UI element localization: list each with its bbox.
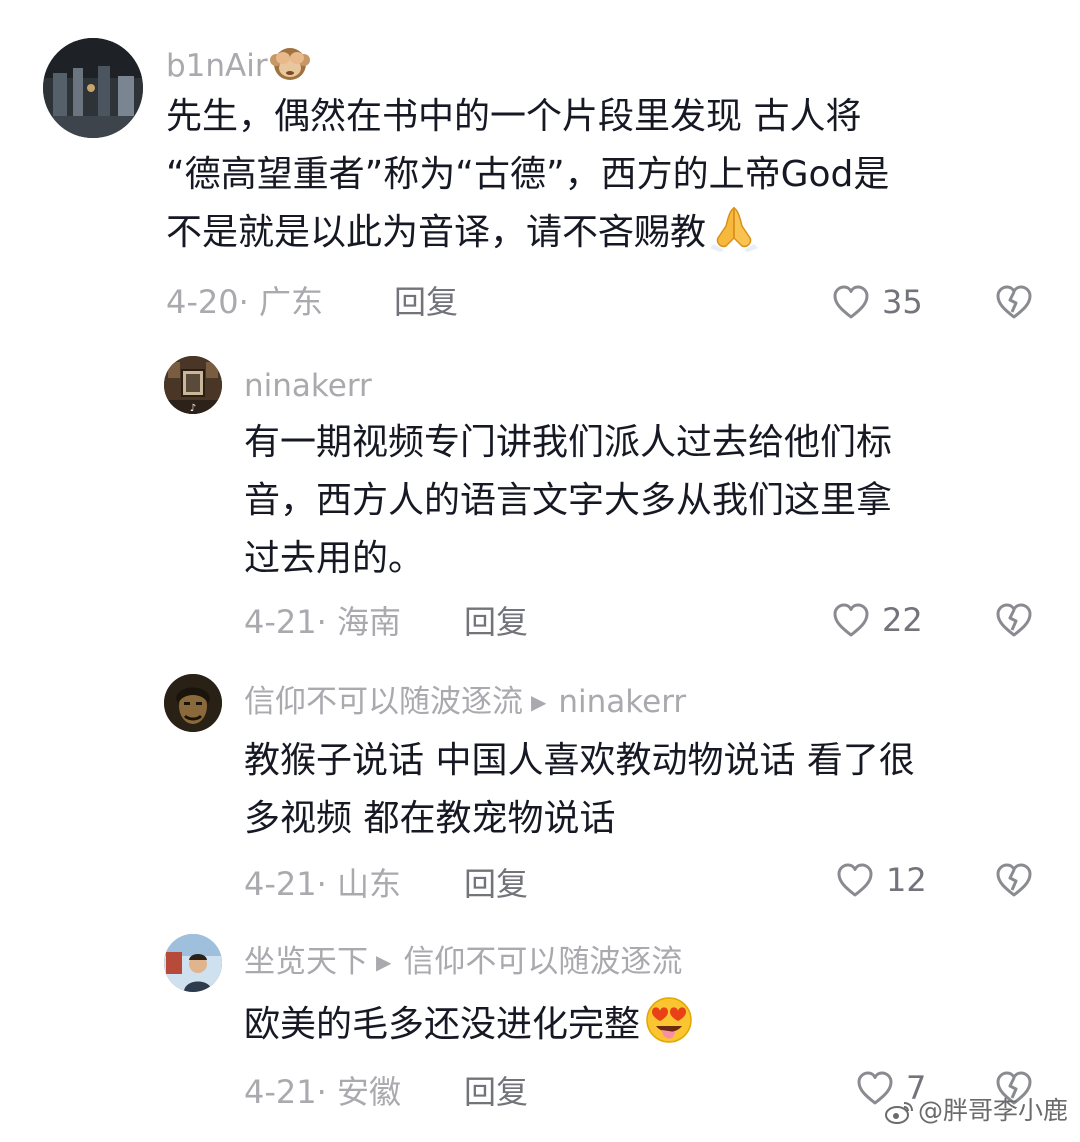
heart-eyes-tongue-icon bbox=[642, 994, 696, 1062]
like-count: 12 bbox=[886, 861, 927, 899]
comment-username[interactable]: 信仰不可以随波逐流 ▶ ninakerr bbox=[244, 682, 686, 722]
broken-heart-icon[interactable] bbox=[995, 602, 1033, 638]
avatar[interactable] bbox=[43, 38, 143, 138]
watermark: @胖哥李小鹿 bbox=[884, 1094, 1068, 1134]
reply-button[interactable]: 回复 bbox=[464, 1072, 528, 1112]
comment-date-location: 4-21· 安徽 bbox=[244, 1073, 401, 1111]
heart-outline-icon bbox=[837, 863, 873, 897]
watermark-text: @胖哥李小鹿 bbox=[917, 1096, 1068, 1125]
like-button[interactable]: 22 bbox=[832, 600, 952, 640]
like-button[interactable]: 35 bbox=[832, 282, 952, 322]
comment-username[interactable]: ninakerr bbox=[244, 366, 372, 406]
broken-heart-icon[interactable] bbox=[995, 284, 1033, 320]
like-count: 22 bbox=[882, 601, 923, 639]
reply-button[interactable]: 回复 bbox=[464, 864, 528, 904]
comment-item: ♪ ninakerr 有一期视频专门讲我们派人过去给他们标 音，西方人的语言文字… bbox=[0, 340, 1080, 660]
like-count: 35 bbox=[882, 283, 923, 321]
reply-arrow-icon: ▶ bbox=[376, 950, 392, 974]
comment-text: 先生，偶然在书中的一个片段里发现 古人将 “德高望重者”称为“古德”，西方的上帝… bbox=[166, 88, 889, 270]
avatar[interactable] bbox=[164, 934, 222, 992]
reply-to-username[interactable]: ninakerr bbox=[558, 684, 686, 720]
reply-button[interactable]: 回复 bbox=[394, 282, 458, 322]
comment-username[interactable]: 坐览天下 ▶ 信仰不可以随波逐流 bbox=[244, 942, 682, 982]
see-no-evil-monkey-icon bbox=[269, 42, 310, 92]
comment-item: 信仰不可以随波逐流 ▶ ninakerr 教猴子说话 中国人喜欢教动物说话 看了很 … bbox=[0, 660, 1080, 930]
avatar[interactable] bbox=[164, 674, 222, 732]
reply-button[interactable]: 回复 bbox=[464, 602, 528, 642]
comment-text: 欧美的毛多还没进化完整 bbox=[244, 994, 696, 1062]
comment-text: 教猴子说话 中国人喜欢教动物说话 看了很 多视频 都在教宠物说话 bbox=[244, 740, 915, 839]
svg-text:♪: ♪ bbox=[190, 403, 196, 414]
like-button[interactable]: 12 bbox=[836, 860, 956, 900]
comment-date-location: 4-20· 广东 bbox=[166, 283, 323, 321]
comment-text: 有一期视频专门讲我们派人过去给他们标 音，西方人的语言文字大多从我们这里拿 过去… bbox=[244, 422, 893, 579]
reply-to-username[interactable]: 信仰不可以随波逐流 bbox=[403, 944, 682, 980]
comment-date-location: 4-21· 海南 bbox=[244, 603, 401, 641]
comment-username[interactable]: b1nAir bbox=[166, 42, 310, 92]
avatar[interactable]: ♪ bbox=[164, 356, 222, 414]
heart-outline-icon bbox=[833, 603, 869, 637]
broken-heart-icon[interactable] bbox=[995, 862, 1033, 898]
folded-hands-icon bbox=[708, 204, 760, 270]
heart-outline-icon bbox=[833, 285, 869, 319]
weibo-logo-icon bbox=[884, 1099, 914, 1134]
comment-date-location: 4-21· 山东 bbox=[244, 865, 401, 903]
reply-arrow-icon: ▶ bbox=[531, 690, 547, 714]
comment-item: b1nAir 先生，偶然在书中的一个片段里发现 古人将 “德高望重者”称为“古德… bbox=[0, 0, 1080, 340]
